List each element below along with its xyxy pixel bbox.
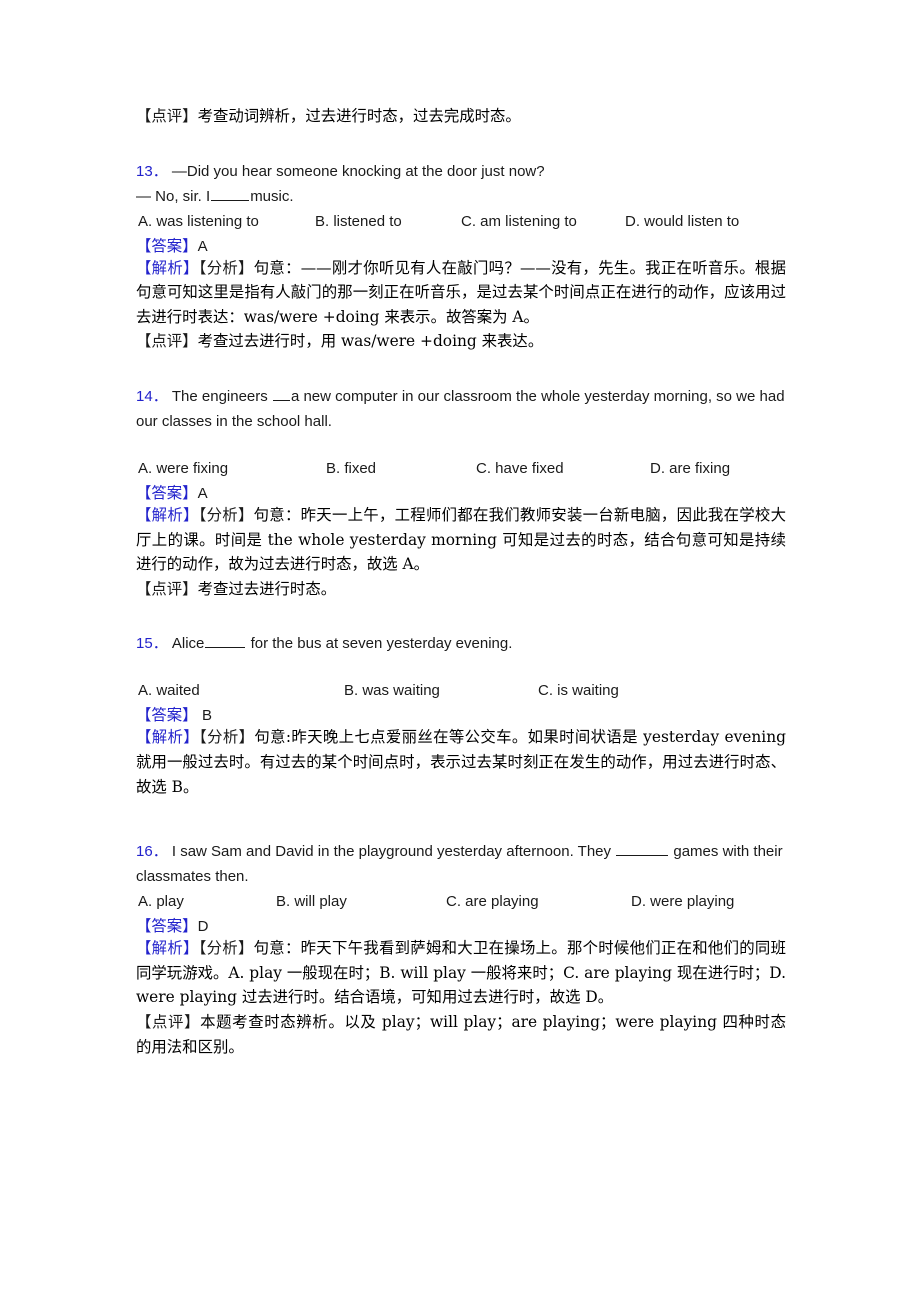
analysis-marker: 【解析】 [136, 505, 199, 524]
analysis-sub-marker: 【分析】 [198, 939, 254, 958]
options-row-16: A. play B. will play C. are playing D. w… [136, 889, 786, 914]
question-stem-13-line1: 13． —Did you hear someone knocking at th… [136, 159, 786, 184]
answer-line-14: 【答案】A [136, 481, 786, 503]
analysis-marker: 【解析】 [136, 939, 199, 958]
question-stem-text: —Did you hear someone knocking at the do… [171, 162, 545, 180]
option-c-15[interactable]: C. is waiting [538, 678, 619, 703]
options-row-13: A. was listening to B. listened to C. am… [136, 209, 786, 234]
option-b-14[interactable]: B. fixed [326, 456, 376, 481]
question-number-dot: ． [152, 842, 168, 861]
option-a-15[interactable]: A. waited [138, 678, 200, 703]
analysis-sub-marker: 【分析】 [198, 505, 254, 524]
comment-text: 本题考查时态辨析。以及 play；will play；are playing；w… [136, 1012, 786, 1056]
question-stem-14-line2: our classes in the school hall. [136, 412, 332, 430]
question-stem-text-part2: a new computer in our classroom the whol… [290, 387, 785, 405]
question-stem-text-part1: The engineers [171, 387, 268, 405]
question-stem-text-part1: Alice [171, 635, 205, 653]
answer-blank [272, 387, 290, 401]
question-block-14: 14． The engineers a new computer in our … [136, 384, 786, 601]
comment-paragraph-13: 【点评】考查过去进行时，用 was/were +doing 来表达。 [136, 329, 786, 354]
comment-text: 考查过去进行时态。 [197, 579, 337, 598]
comment-marker: 【点评】 [136, 332, 198, 351]
answer-marker: 【答案】 [136, 917, 198, 936]
question-number-dot: ． [152, 386, 168, 405]
comment-paragraph-14: 【点评】考查过去进行时态。 [136, 577, 786, 602]
analysis-sub-marker: 【分析】 [199, 728, 255, 747]
option-a-16[interactable]: A. play [138, 889, 184, 914]
option-b-13[interactable]: B. listened to [315, 209, 402, 234]
analysis-marker: 【解析】 [136, 728, 200, 747]
option-a-13[interactable]: A. was listening to [138, 209, 259, 234]
option-c-14[interactable]: C. have fixed [476, 456, 564, 481]
answer-letter: B [202, 707, 213, 725]
answer-marker: 【答案】 [136, 483, 198, 502]
answer-letter: D [197, 918, 209, 936]
document-content: 【点评】考查动词辨析，过去进行时态，过去完成时态。 13． —Did you h… [136, 104, 786, 1059]
question-stem-15-line1: 15． Alice for the bus at seven yesterday… [136, 631, 786, 656]
option-d-13[interactable]: D. would listen to [625, 209, 739, 234]
answer-marker: 【答案】 [136, 236, 198, 255]
question-block-16: 16． I saw Sam and David in the playgroun… [136, 839, 786, 1059]
question-number-dot: ． [152, 634, 168, 653]
question-stem-text-part1: I saw Sam and David in the playground ye… [171, 843, 612, 861]
question-number-14: 14 [136, 387, 153, 405]
answer-line-16: 【答案】D [136, 914, 786, 936]
options-row-14: A. were fixing B. fixed C. have fixed D.… [136, 456, 786, 481]
question-stem-text-part2: for the bus at seven yesterday evening. [250, 635, 513, 653]
option-d-16[interactable]: D. were playing [631, 889, 734, 914]
option-c-13[interactable]: C. am listening to [461, 209, 577, 234]
analysis-marker: 【解析】 [136, 258, 199, 277]
comment-text: 考查动词辨析，过去进行时态，过去完成时态。 [197, 107, 521, 125]
question-number-dot: ． [152, 161, 168, 180]
question-number-13: 13 [136, 162, 153, 180]
question-block-13: 13． —Did you hear someone knocking at th… [136, 159, 786, 354]
answer-blank [211, 187, 250, 201]
option-c-16[interactable]: C. are playing [446, 889, 539, 914]
question-stem-14-line1: 14． The engineers a new computer in our … [136, 384, 786, 409]
question-number-16: 16 [136, 843, 153, 861]
question-stem-13-line2: — No, sir. I music. [136, 184, 786, 209]
comment-text: 考查过去进行时，用 was/were +doing 来表达。 [197, 332, 544, 351]
answer-line-15: 【答案】 B [136, 703, 786, 725]
answer-blank [205, 634, 246, 649]
option-a-14[interactable]: A. were fixing [138, 456, 228, 481]
answer-letter: A [197, 237, 208, 255]
option-b-16[interactable]: B. will play [276, 889, 347, 914]
analysis-paragraph-13: 【解析】【分析】句意：——刚才你听见有人在敲门吗？——没有，先生。我正在听音乐。… [136, 256, 786, 330]
options-row-15: A. waited B. was waiting C. is waiting [136, 678, 786, 703]
analysis-paragraph-15: 【解析】【分析】句意:昨天晚上七点爱丽丝在等公交车。如果时间状语是 yester… [136, 725, 786, 799]
question-stem-text-part2: music. [250, 187, 294, 205]
answer-marker: 【答案】 [136, 706, 198, 725]
analysis-paragraph-16: 【解析】【分析】句意：昨天下午我看到萨姆和大卫在操场上。那个时候他们正在和他们的… [136, 936, 786, 1010]
document-page: 【点评】考查动词辨析，过去进行时态，过去完成时态。 13． —Did you h… [0, 0, 920, 1302]
answer-line-13: 【答案】A [136, 234, 786, 256]
option-d-14[interactable]: D. are fixing [650, 456, 730, 481]
question-stem-16-line1: 16． I saw Sam and David in the playgroun… [136, 839, 786, 864]
question-block-15: 15． Alice for the bus at seven yesterday… [136, 631, 786, 799]
option-b-15[interactable]: B. was waiting [344, 678, 440, 703]
analysis-paragraph-14: 【解析】【分析】句意：昨天一上午，工程师们都在我们教师安装一台新电脑，因此我在学… [136, 503, 786, 577]
comment-marker: 【点评】 [136, 579, 198, 598]
question-stem-16-line2: classmates then. [136, 868, 249, 886]
analysis-sub-marker: 【分析】 [198, 258, 254, 277]
question-stem-text-part1: — No, sir. I [136, 187, 211, 205]
top-comment-paragraph: 【点评】考查动词辨析，过去进行时态，过去完成时态。 [136, 104, 786, 129]
comment-marker: 【点评】 [136, 107, 198, 125]
comment-paragraph-16: 【点评】本题考查时态辨析。以及 play；will play；are playi… [136, 1010, 786, 1059]
comment-marker: 【点评】 [136, 1012, 201, 1031]
answer-blank [616, 842, 669, 857]
answer-letter: A [197, 484, 208, 502]
question-number-15: 15 [136, 635, 153, 653]
question-stem-text-part2: games with their [673, 843, 783, 861]
